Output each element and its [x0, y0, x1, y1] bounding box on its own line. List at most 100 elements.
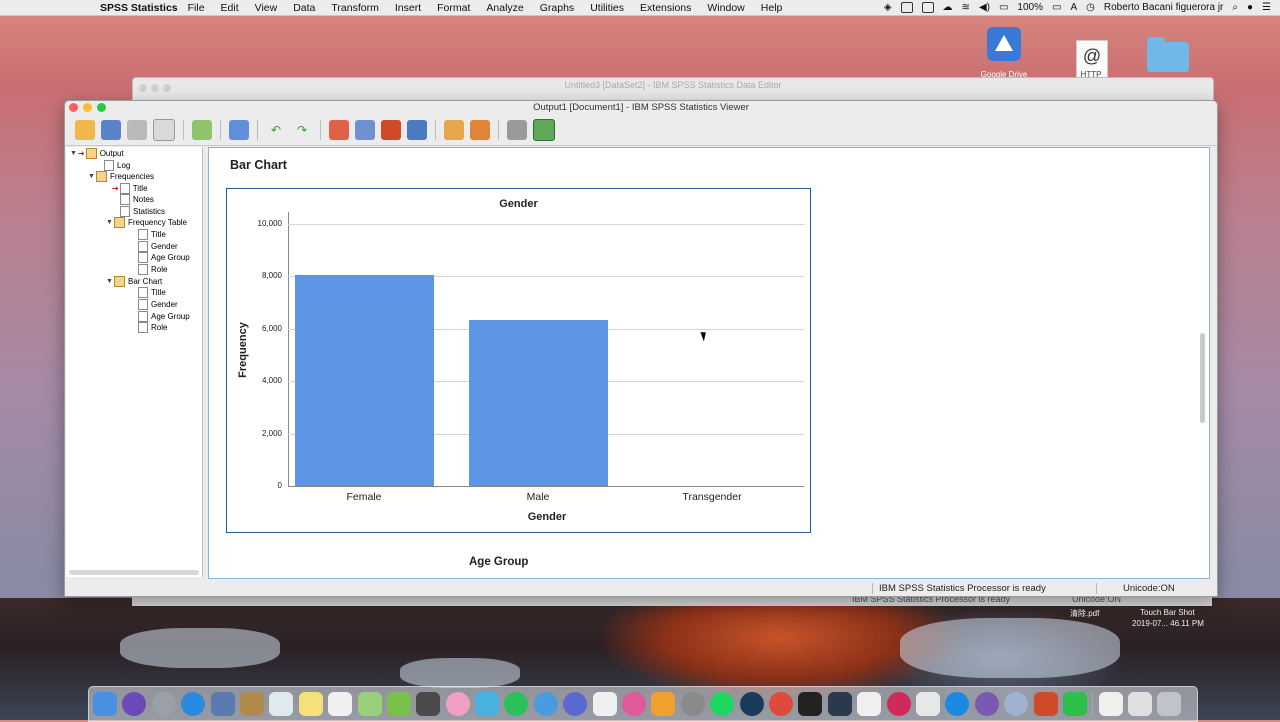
reminders-icon[interactable]: [328, 692, 353, 716]
print-preview-icon[interactable]: [153, 119, 175, 141]
android-studio-icon[interactable]: [386, 692, 411, 716]
siri-icon[interactable]: ●: [1247, 2, 1253, 13]
desktop-screenshot-label[interactable]: Touch Bar Shot: [1140, 608, 1195, 617]
volume-icon[interactable]: ◀): [979, 2, 990, 13]
lipstick-app-icon[interactable]: [886, 692, 911, 716]
menu-window[interactable]: Window: [707, 2, 744, 14]
notes-icon[interactable]: [298, 692, 323, 716]
open-icon[interactable]: [75, 120, 95, 140]
tree-item-bc-gender[interactable]: Gender: [138, 299, 178, 310]
hide-icon[interactable]: [507, 120, 527, 140]
tree-item-bar-chart[interactable]: ▼ Bar Chart: [106, 276, 162, 287]
battery-percent[interactable]: 100%: [1017, 2, 1043, 13]
menu-transform[interactable]: Transform: [331, 2, 378, 14]
script-editor-icon[interactable]: [857, 692, 882, 716]
menu-help[interactable]: Help: [761, 2, 783, 14]
google-drive-icon[interactable]: [987, 27, 1021, 61]
downloads-stack-icon[interactable]: [1098, 692, 1123, 716]
badge-app-icon[interactable]: [974, 692, 999, 716]
tree-item-ft-role[interactable]: Role: [138, 264, 167, 275]
steam-icon[interactable]: [739, 692, 764, 716]
tree-item-statistics[interactable]: Statistics: [120, 206, 165, 217]
close-window-icon[interactable]: [69, 103, 78, 112]
network-app-icon[interactable]: [1004, 692, 1029, 716]
contacts-icon[interactable]: [239, 692, 264, 716]
menu-edit[interactable]: Edit: [221, 2, 239, 14]
tree-item-ft-gender[interactable]: Gender: [138, 241, 178, 252]
goto-data-icon[interactable]: [229, 120, 249, 140]
menu-data[interactable]: Data: [293, 2, 315, 14]
menu-graphs[interactable]: Graphs: [540, 2, 574, 14]
redo-icon[interactable]: ↷: [292, 120, 312, 140]
input-source[interactable]: A: [1070, 2, 1077, 13]
user-name[interactable]: Roberto Bacani figuerora jr: [1104, 2, 1224, 13]
viewer-titlebar[interactable]: Output1 [Document1] - IBM SPSS Statistic…: [65, 101, 1217, 115]
chrome-icon[interactable]: [768, 692, 793, 716]
show-all-icon[interactable]: [470, 120, 490, 140]
tree-item-bc-role[interactable]: Role: [138, 322, 167, 333]
app-menu[interactable]: SPSS Statistics: [100, 2, 178, 14]
menu-file[interactable]: File: [188, 2, 205, 14]
airplay-icon[interactable]: ▭: [999, 2, 1008, 13]
clock-icon[interactable]: ◷: [1086, 2, 1095, 13]
bar-female[interactable]: [294, 275, 434, 486]
tree-item-freq-title[interactable]: ➔ Title: [112, 183, 148, 194]
save-icon[interactable]: [101, 120, 121, 140]
tree-item-output[interactable]: ▼ ➔ Output: [70, 148, 124, 159]
bar-male[interactable]: [468, 319, 608, 486]
variables-icon[interactable]: [407, 120, 427, 140]
gender-bar-chart[interactable]: Gender Frequency Gender 0 2,000 4,000 6,000…: [226, 188, 811, 533]
content-vscrollbar[interactable]: [1200, 333, 1205, 423]
line-icon[interactable]: [1062, 692, 1087, 716]
spotlight-icon[interactable]: ⌕: [1232, 2, 1238, 13]
teamviewer-dock-icon[interactable]: [945, 692, 970, 716]
textedit-icon[interactable]: [592, 692, 617, 716]
siri-dock-icon[interactable]: [122, 692, 147, 716]
export-icon[interactable]: [192, 120, 212, 140]
photos-icon[interactable]: [445, 692, 470, 716]
insert-output-icon[interactable]: [381, 120, 401, 140]
promote-icon[interactable]: [533, 119, 555, 141]
zoom-window-icon[interactable]: [97, 103, 106, 112]
menu-format[interactable]: Format: [437, 2, 470, 14]
folder-icon[interactable]: [1147, 37, 1189, 72]
desktop-file-label[interactable]: 清除.pdf: [1070, 608, 1099, 619]
ibooks-icon[interactable]: [651, 692, 676, 716]
cloud-icon[interactable]: ☁: [943, 2, 953, 13]
print-icon[interactable]: [127, 120, 147, 140]
preview-icon[interactable]: [210, 692, 235, 716]
battery-icon[interactable]: ▭: [1052, 2, 1061, 13]
teamviewer-icon[interactable]: [900, 2, 913, 13]
vpn-icon[interactable]: ◈: [884, 2, 892, 13]
spotify-icon[interactable]: [710, 692, 735, 716]
navigator-hscrollbar[interactable]: [69, 570, 199, 575]
tree-item-frequency-table[interactable]: ▼ Frequency Table: [106, 217, 187, 228]
undo-icon[interactable]: ↶: [266, 120, 286, 140]
menu-utilities[interactable]: Utilities: [590, 2, 624, 14]
system-preferences-icon[interactable]: [680, 692, 705, 716]
trash-icon[interactable]: [1157, 692, 1182, 716]
itunes-icon[interactable]: [622, 692, 647, 716]
menu-analyze[interactable]: Analyze: [486, 2, 523, 14]
tree-item-ft-age-group[interactable]: Age Group: [138, 252, 190, 263]
minimize-window-icon[interactable]: [83, 103, 92, 112]
tree-item-bc-title[interactable]: Title: [138, 287, 166, 298]
goto-variable-icon[interactable]: [355, 120, 375, 140]
whatsapp-icon[interactable]: [504, 692, 529, 716]
goto-case-icon[interactable]: [329, 120, 349, 140]
menu-view[interactable]: View: [255, 2, 278, 14]
designate-window-icon[interactable]: [444, 120, 464, 140]
discord-icon[interactable]: [563, 692, 588, 716]
photos-booth-icon[interactable]: [357, 692, 382, 716]
safari-icon[interactable]: [181, 692, 206, 716]
tree-item-frequencies[interactable]: ▼ Frequencies: [88, 171, 154, 182]
drive-sync-icon[interactable]: [921, 2, 934, 13]
menu-extensions[interactable]: Extensions: [640, 2, 691, 14]
spss-dock-icon[interactable]: [827, 692, 852, 716]
pencil-app-icon[interactable]: [915, 692, 940, 716]
xcode-icon[interactable]: [475, 692, 500, 716]
maps-icon[interactable]: [269, 692, 294, 716]
notification-center-icon[interactable]: ☰: [1262, 2, 1271, 13]
finder-icon[interactable]: [93, 692, 117, 716]
launchpad-icon[interactable]: [151, 692, 176, 716]
